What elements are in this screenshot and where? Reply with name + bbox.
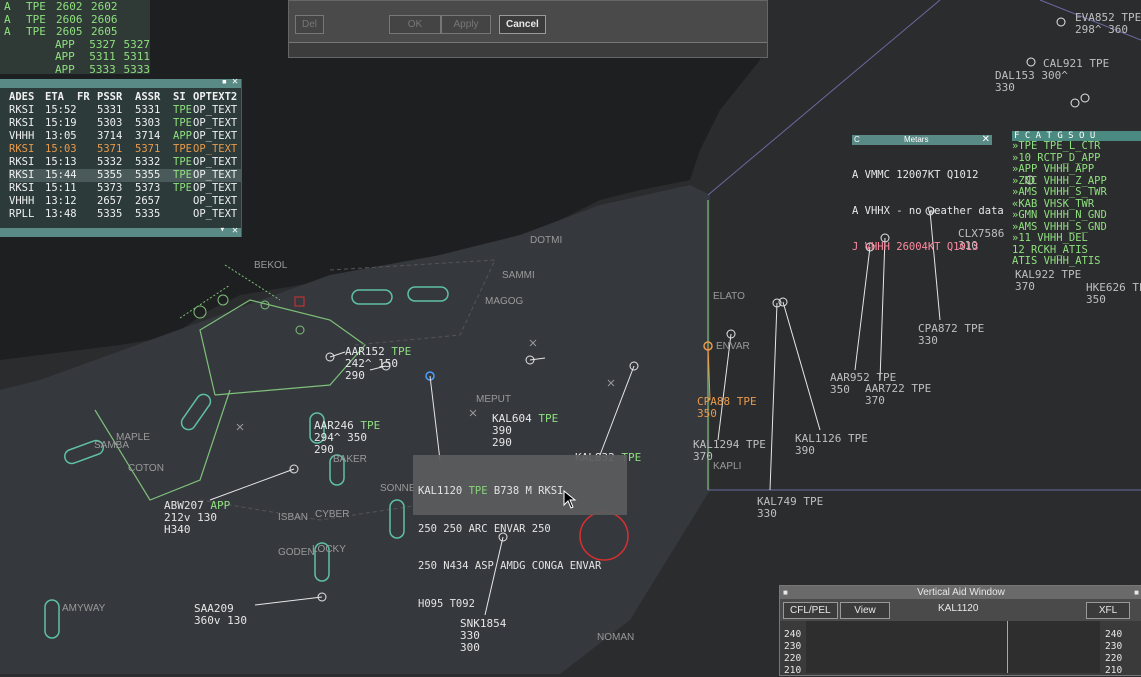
metars-window[interactable]: C Metars ✕ A VMMC 12007KT Q1012 A VHHX -… [852,134,1004,253]
flight-list-row[interactable]: RKSI 15:19 5303 5303 TPE OP_TEXT [9,117,241,130]
edit-dialog[interactable]: Del OK Apply Cancel [288,0,768,58]
waypoint: CYBER [315,509,350,520]
aircraft-label[interactable]: CPA88 TPE 350 [697,396,757,420]
aircraft-label[interactable]: KAL1294 TPE 370 [693,439,766,463]
vaw-title: Vertical Aid Window [917,587,1005,598]
xfl-button[interactable]: XFL [1086,602,1130,619]
aircraft-label[interactable]: KAL749 TPE 330 [757,496,823,520]
cfl-pel-button[interactable]: CFL/PEL [783,602,838,619]
waypoint: ISBAN [278,512,309,523]
menu-icon[interactable]: ■ [783,586,788,599]
level-marker [1007,621,1008,673]
waypoint: COTON [128,463,164,474]
waypoint: GODEN [278,547,315,558]
aircraft-label[interactable]: AAR152 TPE 242^ 150 290 [345,346,411,382]
del-button[interactable]: Del [295,15,325,34]
waypoint: SAMMI [502,270,535,281]
frequency-entry[interactable]: »TPE TPE_L_CTR [1012,140,1141,153]
waypoint: BEKOL [254,260,288,271]
apply-button[interactable]: Apply [441,15,491,34]
track-list-window[interactable]: A TPE 2602 2602 A TPE 2606 2606 A TPE 2605 2605 A… [0,0,150,75]
close-icon[interactable]: ✕ [232,76,238,87]
frequency-entry[interactable]: ATIS VHHH_ATIS [1012,255,1141,268]
frequency-entry[interactable]: »11 VHHH_DEL [1012,232,1141,245]
flight-list-header: ADES ETA FR PSSR ASSR SI OPTEXT2 [9,91,238,103]
vertical-aid-window[interactable]: Vertical Aid Window ■ ■ CFL/PEL View KAL… [779,585,1141,676]
mouse-cursor-icon [563,490,577,509]
waypoint: MEPUT [476,394,511,405]
vaw-callsign: KAL1120 [938,603,979,614]
popup-callsign: KAL1120 [418,485,463,497]
flight-list-row[interactable]: RKSI 15:52 5331 5331 TPE OP_TEXT [9,104,241,117]
aircraft-label[interactable]: DAL153 300^ 330 [995,70,1068,94]
frequency-panel[interactable]: F C A T G S O U »TPE TPE_L_CTR »10 RCTP_D… [1012,131,1141,281]
waypoint: ENVAR [716,341,750,352]
flight-list-row[interactable]: RKSI 15:13 5332 5332 TPE OP_TEXT [9,156,241,169]
close-icon[interactable]: ✕ [982,134,990,145]
flight-list-row[interactable]: RPLL 13:48 5335 5335 OP_TEXT [9,208,241,221]
waypoint: MAGOG [485,296,524,307]
close-icon[interactable]: ✕ [232,225,238,236]
metar-line: A VMMC 12007KT Q1012 [852,169,979,181]
flight-list-row[interactable]: RKSI 15:44 5355 5355 TPE OP_TEXT [9,169,241,182]
metar-line: J VHHH 26004KT Q1013 [852,241,979,253]
waypoint: AMYWAY [62,603,106,614]
waypoint: SAMBA [94,440,130,451]
aircraft-label[interactable]: AAR722 TPE 370 [865,383,931,407]
aircraft-label[interactable]: CAL921 TPE [1043,58,1109,70]
dropdown-icon[interactable]: ▾ [220,225,225,235]
waypoint: LOCKY [312,544,346,555]
flight-list-row[interactable]: RKSI 15:11 5373 5373 TPE OP_TEXT [9,182,241,195]
flight-list-row[interactable]: VHHH 13:12 2657 2657 OP_TEXT [9,195,241,208]
aircraft-label[interactable]: HKE626 TPE 350 [1086,282,1141,306]
popup-type: B738 M RKSI [493,485,564,497]
aircraft-label[interactable]: EVA852 TPE 298^ 360 [1075,12,1141,36]
aircraft-label[interactable]: AAR246 TPE 294^ 350 290 [314,420,380,456]
c-icon: C [854,135,860,144]
frequency-entry[interactable]: »AMS VHHH_S_TWR [1012,186,1141,199]
flight-list-titlebar[interactable]: ▪ ✕ [0,76,241,88]
view-button[interactable]: View [840,602,890,619]
waypoint: DOTMI [530,235,563,246]
frequency-entry[interactable]: »GMN VHHH_N_GND [1012,209,1141,222]
waypoint: SONNE [380,483,416,494]
popup-line: 250 250 ARC ENVAR 250 [418,522,551,535]
waypoint: ELATO [713,291,745,302]
aircraft-label[interactable]: CPA872 TPE 330 [918,323,984,347]
flight-list-row[interactable]: VHHH 13:05 3714 3714 APP OP_TEXT [9,130,241,143]
aircraft-label[interactable]: KAL1126 TPE 390 [795,433,868,457]
flight-info-popup[interactable]: KAL1120 TPE B738 M RKSI 250 250 ARC ENVA… [413,455,627,610]
aircraft-label[interactable]: KAL604 TPE 390 290 [492,413,558,449]
aircraft-label[interactable]: ABW207 APP 212v 130 H340 [164,500,230,536]
aircraft-label[interactable]: SAA209 360v 130 [194,603,247,627]
popup-sector: TPE [468,485,488,497]
flight-list-row[interactable]: RKSI 15:03 5371 5371 TPE OP_TEXT [9,143,241,156]
frequency-entry[interactable]: »APP VHHH_APP [1012,163,1141,176]
ok-button[interactable]: OK [389,15,441,34]
metars-title: Metars [904,135,929,144]
menu-icon[interactable]: ■ [1134,586,1139,599]
popup-heading: H095 T092 [418,597,475,610]
flight-list-window[interactable]: ▪ ✕ ADES ETA FR PSSR ASSR SI OPTEXT2 RKSI 15:52… [0,76,242,237]
metar-line: A VHHX - no weather data [852,205,1004,217]
popup-route: 250 N434 ASP AMDG CONGA ENVAR [418,560,602,572]
minimize-icon[interactable]: ▪ [222,77,227,87]
cancel-button[interactable]: Cancel [499,15,546,34]
